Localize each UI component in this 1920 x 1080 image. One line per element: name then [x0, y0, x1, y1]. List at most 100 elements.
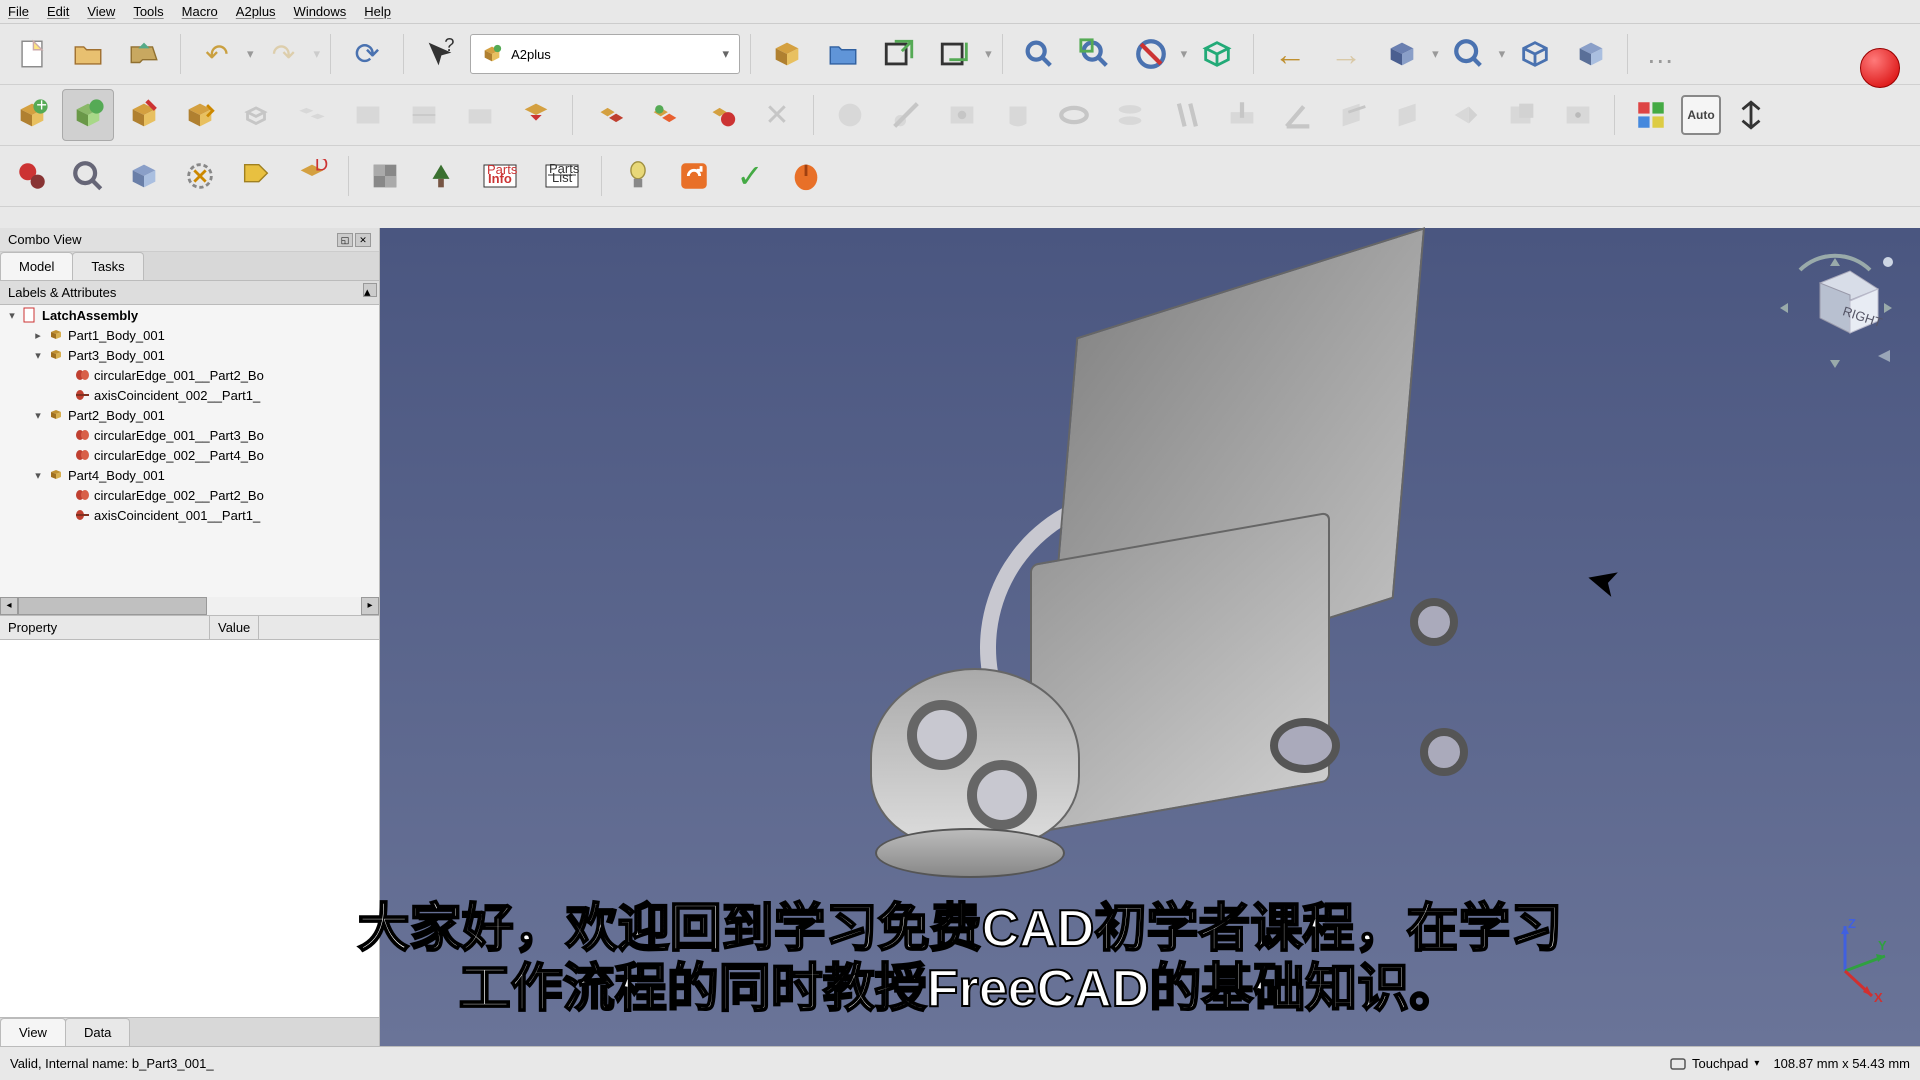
link-actions-button[interactable] — [929, 28, 981, 80]
add-shape-button[interactable] — [62, 89, 114, 141]
point-on-line-button[interactable] — [880, 89, 932, 141]
nav-style-button[interactable]: Touchpad ▾ — [1670, 1056, 1759, 1071]
drawstyle-dropdown-icon[interactable]: ▾ — [1181, 46, 1188, 62]
sphere-button[interactable] — [992, 89, 1044, 141]
wireframe-view-button[interactable] — [1509, 28, 1561, 80]
reload-parts-button[interactable] — [668, 150, 720, 202]
tree-row[interactable]: ▾Part2_Body_001 — [0, 405, 379, 425]
puzzle-button[interactable] — [359, 150, 411, 202]
flip-button[interactable] — [1725, 89, 1777, 141]
nav-back-button[interactable]: ← — [1264, 28, 1316, 80]
constraint-1-button[interactable] — [342, 89, 394, 141]
zoom-dropdown-icon[interactable]: ▾ — [1499, 46, 1506, 62]
constraint-2-button[interactable] — [398, 89, 450, 141]
whats-this-button[interactable]: ? — [414, 28, 466, 80]
hierarchy-button[interactable]: DOF — [286, 150, 338, 202]
axis-coincident-button[interactable] — [1104, 89, 1156, 141]
toggle-transp-button[interactable] — [639, 89, 691, 141]
iso-view-button[interactable] — [1376, 28, 1428, 80]
gears-button[interactable] — [6, 150, 58, 202]
scroll-thumb[interactable] — [18, 597, 207, 615]
value-col-header[interactable]: Value — [210, 616, 259, 639]
lamp-button[interactable] — [612, 150, 664, 202]
toggle-mouse-button[interactable] — [780, 150, 832, 202]
link-dropdown-icon[interactable]: ▾ — [985, 46, 992, 62]
tree-row[interactable]: circularEdge_002__Part2_Bo — [0, 485, 379, 505]
constraint-3-button[interactable] — [454, 89, 506, 141]
duplicate-part-button[interactable] — [286, 89, 338, 141]
edit-part-button[interactable] — [118, 89, 170, 141]
axis-angle-button[interactable] — [1272, 89, 1324, 141]
angled-planes-button[interactable] — [1440, 89, 1492, 141]
toggle-autosolve-button[interactable] — [695, 89, 747, 141]
fit-all-button[interactable] — [1013, 28, 1065, 80]
3d-model[interactable] — [820, 288, 1470, 948]
expand-arrow-icon[interactable]: ▾ — [32, 409, 44, 422]
expand-arrow-icon[interactable]: ▾ — [6, 309, 18, 322]
planes-parallel-button[interactable] — [1328, 89, 1380, 141]
menu-windows[interactable]: Windows — [294, 4, 347, 19]
open-button[interactable] — [62, 28, 114, 80]
point-on-plane-button[interactable] — [936, 89, 988, 141]
delete-constraint-button[interactable]: ✕ — [751, 89, 803, 141]
workbench-selector[interactable]: A2plus ▾ — [470, 34, 740, 74]
axis-parallel-button[interactable] — [1160, 89, 1212, 141]
panel-close-button[interactable]: ✕ — [355, 233, 371, 247]
tab-view[interactable]: View — [0, 1018, 66, 1046]
axis-plane-button[interactable] — [1216, 89, 1268, 141]
move-under-button[interactable] — [510, 89, 562, 141]
scroll-up-button[interactable]: ▴ — [363, 283, 377, 297]
menu-tools[interactable]: Tools — [133, 4, 163, 19]
tree-row[interactable]: axisCoincident_002__Part1_ — [0, 385, 379, 405]
tab-tasks[interactable]: Tasks — [72, 252, 143, 280]
menu-a2plus[interactable]: A2plus — [236, 4, 276, 19]
expand-arrow-icon[interactable]: ▾ — [32, 349, 44, 362]
tree-parts-button[interactable] — [415, 150, 467, 202]
menu-help[interactable]: Help — [364, 4, 391, 19]
move-part-button[interactable] — [230, 89, 282, 141]
scroll-right-button[interactable]: ▸ — [361, 597, 379, 615]
new-doc-button[interactable] — [6, 28, 58, 80]
label-button[interactable] — [230, 150, 282, 202]
refresh-button[interactable]: ⟳ — [341, 28, 393, 80]
fit-sel-button[interactable] — [1069, 28, 1121, 80]
tree-row[interactable]: axisCoincident_001__Part1_ — [0, 505, 379, 525]
create-part-button[interactable] — [761, 28, 813, 80]
shaded-view-button[interactable] — [1565, 28, 1617, 80]
point-id-button[interactable] — [824, 89, 876, 141]
tab-data[interactable]: Data — [65, 1018, 130, 1046]
search-parts-button[interactable] — [62, 150, 114, 202]
toolbar-overflow-button[interactable]: … — [1638, 38, 1682, 70]
redo-button[interactable]: ↷ — [258, 28, 310, 80]
plane-normal-button[interactable] — [1496, 89, 1548, 141]
scroll-left-button[interactable]: ◂ — [0, 597, 18, 615]
dof-button[interactable] — [174, 150, 226, 202]
view-dropdown-icon[interactable]: ▾ — [1432, 46, 1439, 62]
tree-row[interactable]: ▾Part3_Body_001 — [0, 345, 379, 365]
check-button[interactable]: ✓ — [724, 150, 776, 202]
menu-edit[interactable]: Edit — [47, 4, 69, 19]
navigation-cube[interactable]: RIGHT — [1770, 248, 1900, 378]
expand-arrow-icon[interactable]: ▸ — [32, 329, 44, 342]
menu-view[interactable]: View — [87, 4, 115, 19]
solve-button[interactable] — [583, 89, 635, 141]
parts-info-button[interactable]: PartsInfo — [471, 150, 529, 202]
create-group-button[interactable] — [817, 28, 869, 80]
part-gear-button[interactable] — [118, 150, 170, 202]
tab-model[interactable]: Model — [0, 252, 73, 280]
parts-list-button[interactable]: PartsList — [533, 150, 591, 202]
tree-row[interactable]: ▾Part4_Body_001 — [0, 465, 379, 485]
save-button[interactable] — [118, 28, 170, 80]
property-col-header[interactable]: Property — [0, 616, 210, 639]
draw-style-button[interactable] — [1125, 28, 1177, 80]
redo-dropdown-icon[interactable]: ▾ — [314, 46, 321, 62]
tree-hscroll[interactable]: ◂ ▸ — [0, 597, 379, 615]
circular-edge-button[interactable] — [1048, 89, 1100, 141]
panel-float-button[interactable]: ◱ — [337, 233, 353, 247]
auto-constraint-button[interactable]: Auto — [1681, 95, 1721, 135]
tree-row[interactable]: circularEdge_002__Part4_Bo — [0, 445, 379, 465]
plane-coincident-button[interactable] — [1384, 89, 1436, 141]
add-part-button[interactable]: + — [6, 89, 58, 141]
constraint-tools-button[interactable] — [1625, 89, 1677, 141]
menu-file[interactable]: File — [8, 4, 29, 19]
